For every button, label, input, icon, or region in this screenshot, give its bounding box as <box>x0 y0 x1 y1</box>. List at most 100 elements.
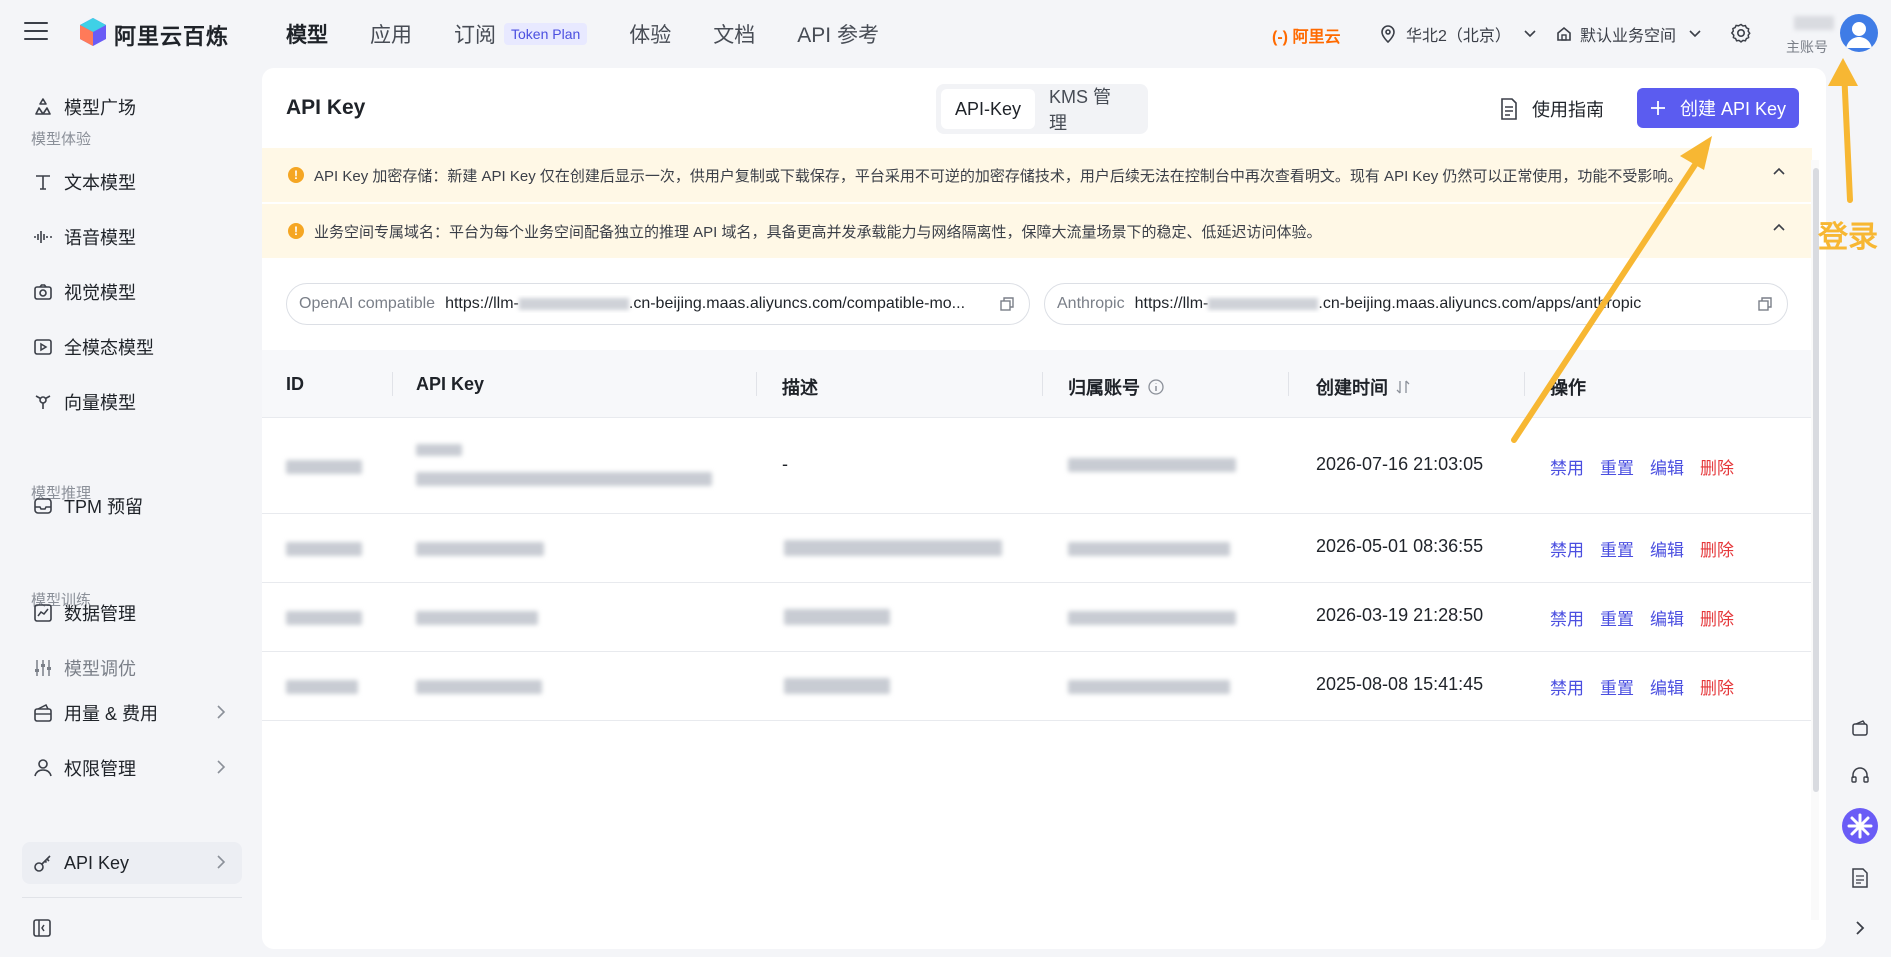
blurred-owner <box>1068 458 1236 472</box>
usage-guide-link[interactable]: 使用指南 <box>1500 96 1604 122</box>
create-api-key-button[interactable]: 创建 API Key <box>1637 88 1799 128</box>
main-panel: API Key API-Key KMS 管理 使用指南 创建 API Key !… <box>262 68 1826 949</box>
disable-button[interactable]: 禁用 <box>1550 674 1584 699</box>
float-subscription-button[interactable] <box>1840 708 1880 748</box>
delete-button[interactable]: 删除 <box>1700 674 1734 699</box>
brand-name[interactable]: 阿里云百炼 <box>114 19 229 51</box>
sidebar-item-tuning[interactable]: 模型调优 <box>22 647 242 689</box>
sidebar-divider <box>22 897 242 898</box>
blurred-id <box>286 680 358 694</box>
reset-button[interactable]: 重置 <box>1600 605 1634 630</box>
notice-encryption: ! API Key 加密存储：新建 API Key 仅在创建后显示一次，供用户复… <box>262 148 1812 202</box>
delete-button[interactable]: 删除 <box>1700 536 1734 561</box>
nav-experience[interactable]: 体验 <box>629 19 671 49</box>
delete-button[interactable]: 删除 <box>1700 605 1734 630</box>
row-created: 2026-07-16 21:03:05 <box>1316 454 1484 474</box>
row-desc: - <box>782 454 788 474</box>
plus-icon <box>1650 101 1665 115</box>
float-assistant-button[interactable] <box>1840 806 1880 846</box>
row-actions: 禁用 重置 编辑 删除 <box>1550 536 1750 561</box>
chevron-right-icon <box>217 855 226 869</box>
disable-button[interactable]: 禁用 <box>1550 454 1584 479</box>
float-docs-button[interactable] <box>1840 858 1880 898</box>
blurred-desc <box>784 540 1002 556</box>
blurred-api-key <box>416 611 538 625</box>
workspace-selector[interactable]: 默认业务空间 <box>1556 22 1702 46</box>
wallet-icon <box>34 703 52 722</box>
sidebar-item-text-model[interactable]: 文本模型 <box>22 161 242 203</box>
edit-button[interactable]: 编辑 <box>1650 454 1684 479</box>
reset-button[interactable]: 重置 <box>1600 536 1634 561</box>
col-owner: 归属账号 <box>1068 374 1164 400</box>
row-created: 2025-08-08 15:41:45 <box>1316 674 1484 694</box>
disable-button[interactable]: 禁用 <box>1550 605 1584 630</box>
nav-subscribe[interactable]: 订阅 Token Plan <box>454 19 588 49</box>
info-icon[interactable] <box>1148 379 1164 395</box>
gear-icon[interactable] <box>1730 22 1752 44</box>
disable-button[interactable]: 禁用 <box>1550 536 1584 561</box>
document-icon <box>1852 868 1868 888</box>
table-row: 2025-08-08 15:41:45 禁用 重置 编辑 删除 <box>262 652 1812 721</box>
aliyun-bracket-icon: (-) <box>1272 29 1288 46</box>
edit-button[interactable]: 编辑 <box>1650 674 1684 699</box>
sidebar-item-tpm[interactable]: TPM 预留 <box>22 485 242 527</box>
menu-icon[interactable] <box>24 22 48 42</box>
nav-api-reference[interactable]: API 参考 <box>797 19 879 49</box>
sort-icon[interactable] <box>1396 379 1410 395</box>
warning-icon: ! <box>288 223 304 239</box>
audio-wave-icon <box>34 231 52 243</box>
openai-endpoint[interactable]: OpenAI compatible https://llm- .cn-beijin… <box>286 283 1030 325</box>
account-type: 主账号 <box>1786 39 1828 55</box>
blurred-api-key <box>416 542 544 556</box>
headset-icon <box>1851 767 1869 783</box>
chevron-right-icon <box>1856 921 1865 935</box>
float-expand-button[interactable] <box>1840 908 1880 948</box>
chevron-up-icon[interactable] <box>1772 166 1786 176</box>
sidebar-item-vector-model[interactable]: 向量模型 <box>22 381 242 423</box>
avatar[interactable] <box>1840 14 1878 52</box>
sidebar-item-audio-model[interactable]: 语音模型 <box>22 216 242 258</box>
anthropic-endpoint[interactable]: Anthropic https://llm- .cn-beijing.maas.a… <box>1044 283 1788 325</box>
reset-button[interactable]: 重置 <box>1600 674 1634 699</box>
nav-docs[interactable]: 文档 <box>713 19 755 49</box>
table-row: - 2026-07-16 21:03:05 禁用 重置 编辑 删除 <box>262 418 1812 514</box>
reset-button[interactable]: 重置 <box>1600 454 1634 479</box>
aliyun-logo[interactable]: (-) 阿里云 <box>1272 23 1340 47</box>
blurred-id <box>286 542 362 556</box>
edit-button[interactable]: 编辑 <box>1650 536 1684 561</box>
blurred-id <box>286 460 362 474</box>
chevron-right-icon <box>217 760 226 774</box>
tab-kms[interactable]: KMS 管理 <box>1035 87 1143 133</box>
table-row: 2026-05-01 08:36:55 禁用 重置 编辑 删除 <box>262 514 1812 583</box>
float-support-button[interactable] <box>1840 756 1880 796</box>
user-menu[interactable]: 主账号 <box>1778 10 1888 60</box>
sidebar-item-vision-model[interactable]: 视觉模型 <box>22 271 242 313</box>
sidebar-item-omni-model[interactable]: 全模态模型 <box>22 326 242 368</box>
tpm-icon <box>34 498 52 514</box>
blurred-workspace-id <box>1208 297 1319 310</box>
region-selector[interactable]: 华北2（北京） <box>1380 22 1537 46</box>
blurred-id <box>286 611 362 625</box>
tab-api-key[interactable]: API-Key <box>941 89 1036 129</box>
chevron-up-icon[interactable] <box>1772 222 1786 232</box>
collapse-sidebar-icon[interactable] <box>32 918 52 938</box>
nav-model[interactable]: 模型 <box>286 19 328 49</box>
sidebar-item-model-square[interactable]: 模型广场 <box>22 86 242 128</box>
edit-button[interactable]: 编辑 <box>1650 605 1684 630</box>
nav-app[interactable]: 应用 <box>370 19 412 49</box>
user-icon <box>34 759 52 777</box>
video-icon <box>34 339 52 355</box>
tune-icon <box>35 660 51 676</box>
copy-icon[interactable] <box>1757 296 1773 312</box>
sidebar-item-api-key[interactable]: API Key <box>22 842 242 884</box>
model-square-icon <box>35 98 51 115</box>
sidebar-item-permission[interactable]: 权限管理 <box>22 747 242 789</box>
copy-icon[interactable] <box>999 296 1015 312</box>
delete-button[interactable]: 删除 <box>1700 454 1734 479</box>
top-bar: 阿里云百炼 模型 应用 订阅 Token Plan 体验 文档 API 参考 (-… <box>0 0 1891 66</box>
sidebar-item-data[interactable]: 数据管理 <box>22 592 242 634</box>
package-icon <box>1852 720 1868 736</box>
notice-domain: ! 业务空间专属域名：平台为每个业务空间配备独立的推理 API 域名，具备更高并… <box>262 204 1812 258</box>
sidebar-item-usage[interactable]: 用量 & 费用 <box>22 692 242 734</box>
scrollbar-thumb[interactable] <box>1813 168 1819 792</box>
